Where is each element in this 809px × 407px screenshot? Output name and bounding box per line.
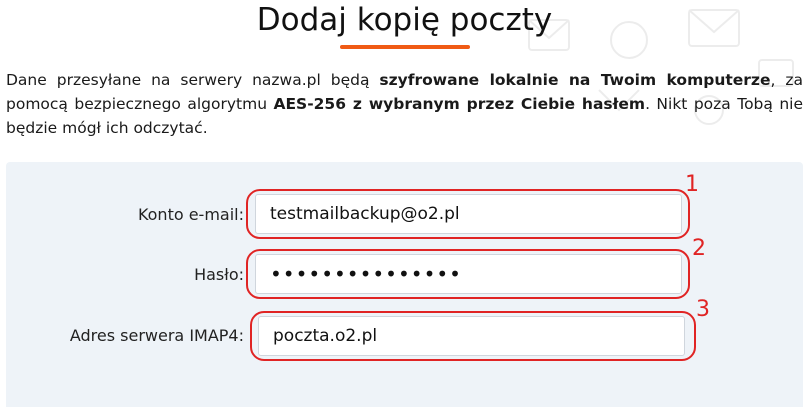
- title-underline: [340, 45, 470, 49]
- annotation-number-1: 1: [685, 172, 699, 197]
- imap-server-label: Adres serwera IMAP4:: [69, 326, 244, 345]
- intro-text: Dane przesyłane na serwery nazwa.pl będą…: [6, 71, 803, 137]
- annotation-number-2: 2: [692, 236, 706, 261]
- intro-bold-algorithm: AES-256 z wybranym przez Ciebie hasłem: [273, 95, 646, 113]
- annotation-box-1: [246, 189, 690, 239]
- intro-bold-encryption: szyfrowane lokalnie na Twoim komputerze: [379, 71, 771, 89]
- page-title: Dodaj kopię poczty: [256, 2, 553, 38]
- annotation-box-2: [246, 249, 690, 299]
- annotation-box-3: [250, 311, 696, 361]
- email-label: Konto e-mail:: [137, 205, 244, 224]
- annotation-number-3: 3: [696, 297, 710, 322]
- password-label: Hasło:: [194, 265, 244, 284]
